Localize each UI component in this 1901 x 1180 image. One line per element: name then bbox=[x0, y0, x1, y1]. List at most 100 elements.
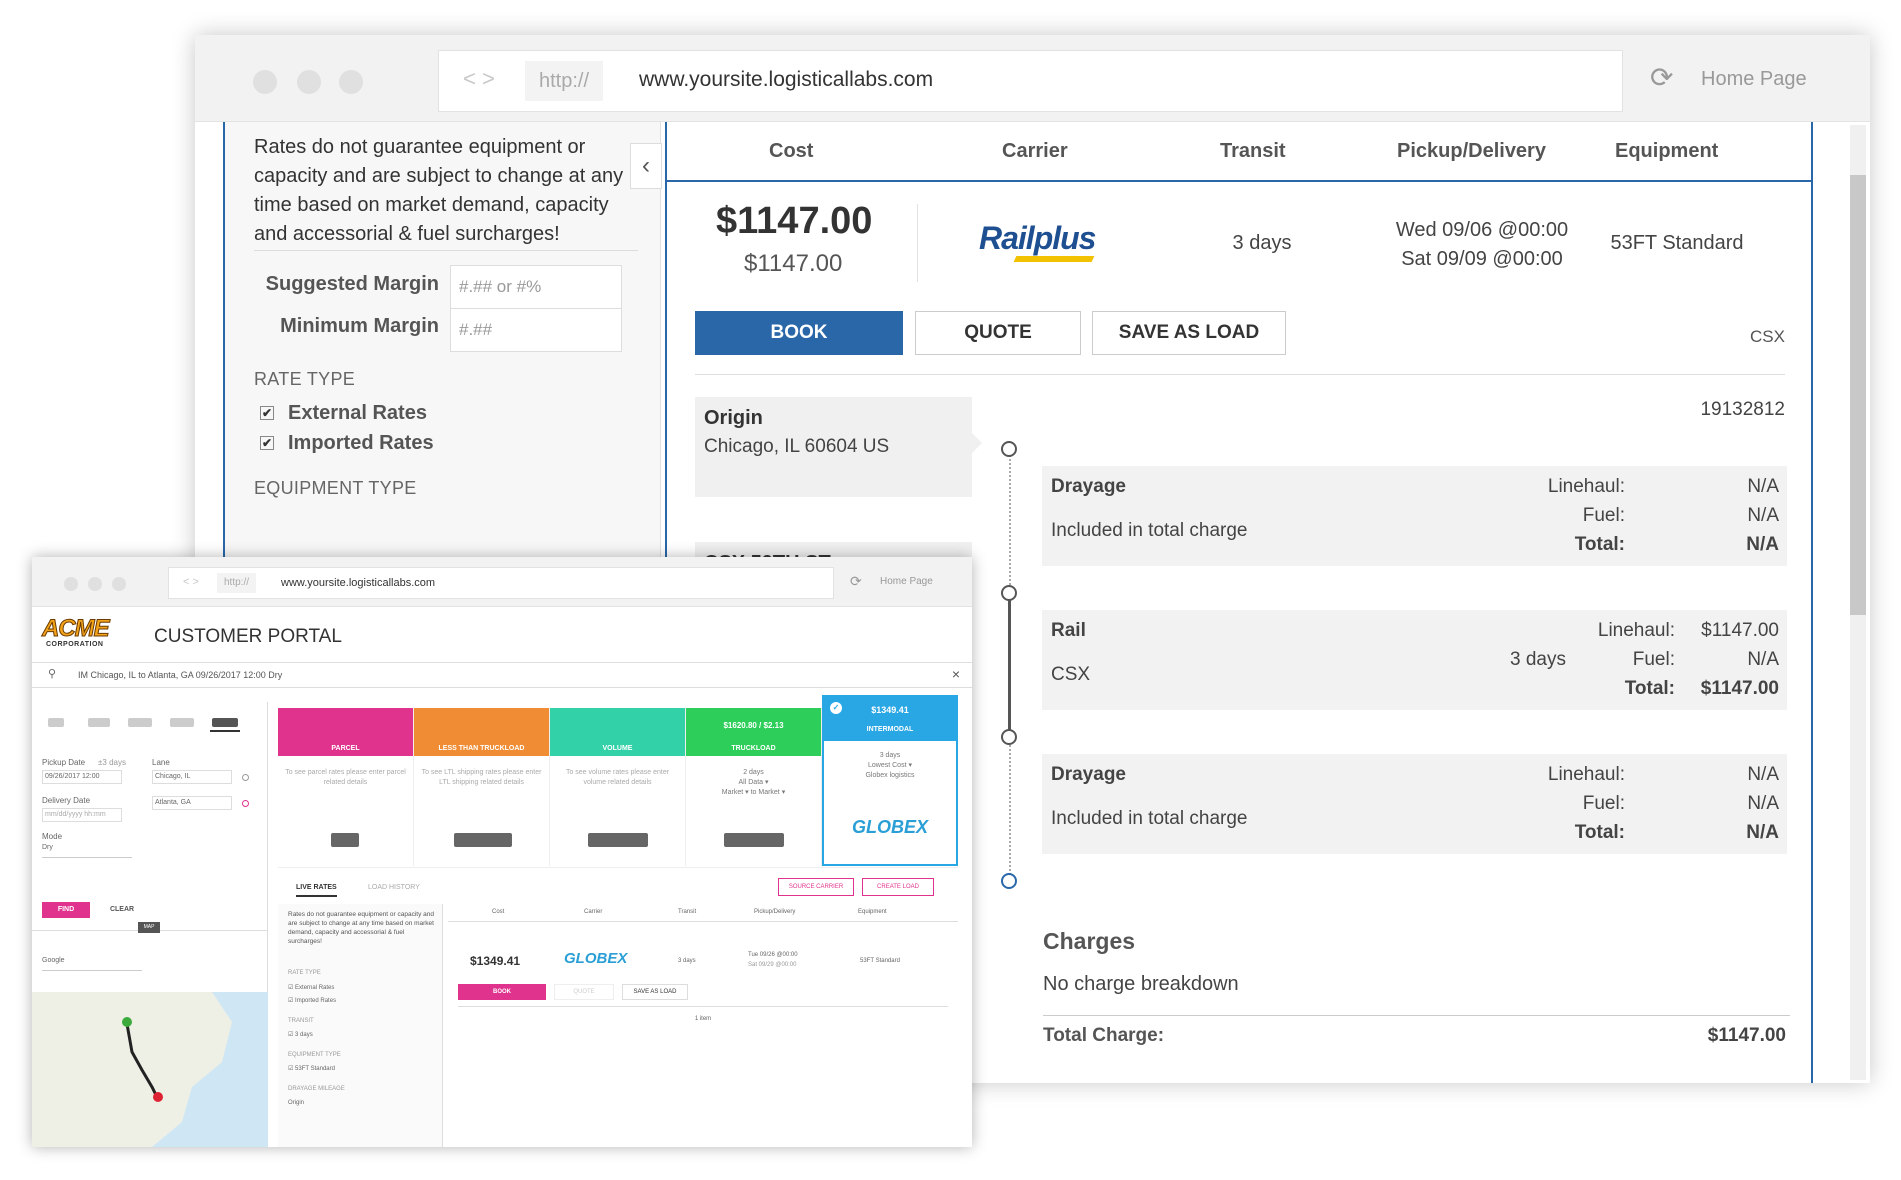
column-transit[interactable]: Transit bbox=[678, 909, 696, 915]
ltl-truck-icon bbox=[454, 833, 512, 847]
mode-tile-parcel[interactable]: PARCEL To see parcel rates please enter … bbox=[278, 708, 414, 866]
lane-from-input[interactable]: Chicago, IL bbox=[152, 770, 232, 784]
search-bar[interactable]: ⚲ IM Chicago, IL to Atlanta, GA 09/26/20… bbox=[32, 662, 972, 688]
timeline-solid bbox=[1008, 597, 1011, 742]
address-bar[interactable]: < > http:// www.yoursite.logisticallabs.… bbox=[438, 50, 1623, 112]
tile-label: LESS THAN TRUCKLOAD bbox=[438, 745, 525, 752]
transit-checkbox[interactable]: ☑ 3 days bbox=[288, 1031, 313, 1038]
tab-live-rates[interactable]: LIVE RATES bbox=[296, 884, 337, 897]
mode-icons[interactable] bbox=[48, 716, 248, 732]
tile-label: TRUCKLOAD bbox=[731, 745, 776, 752]
home-page-link[interactable]: Home Page bbox=[1701, 68, 1807, 91]
mode-tile-intermodal[interactable]: $1349.41 INTERMODAL ✓ 3 days Lowest Cost… bbox=[822, 695, 958, 866]
scrollbar-thumb[interactable] bbox=[1850, 175, 1866, 615]
equipment-label: 53FT Standard bbox=[295, 1066, 335, 1072]
volume-mode-icon[interactable] bbox=[128, 718, 152, 727]
nav-arrows-icon[interactable]: < > bbox=[463, 66, 495, 92]
lane-to-input[interactable]: Atlanta, GA bbox=[152, 796, 232, 810]
column-pickup-delivery[interactable]: Pickup/Delivery bbox=[1397, 140, 1546, 163]
map-provider-select[interactable]: Google bbox=[42, 957, 142, 971]
linehaul-label: Linehaul: bbox=[1597, 620, 1675, 641]
book-button[interactable]: BOOK bbox=[695, 311, 903, 355]
rate-type-title: RATE TYPE bbox=[288, 970, 321, 976]
column-transit[interactable]: Transit bbox=[1220, 140, 1286, 163]
intermodal-mode-icon[interactable] bbox=[212, 718, 238, 727]
total-label: Total: bbox=[1574, 822, 1625, 843]
address-bar[interactable]: < > http:// www.yoursite.logisticallabs.… bbox=[168, 567, 834, 599]
imported-rates-checkbox[interactable]: ✔ Imported Rates bbox=[260, 432, 434, 455]
delivery-date-input[interactable]: mm/dd/yyyy hh:mm bbox=[42, 808, 122, 822]
window-minimize-dot[interactable] bbox=[88, 577, 102, 591]
create-load-button[interactable]: CREATE LOAD bbox=[862, 878, 934, 896]
mode-tile-ltl[interactable]: LESS THAN TRUCKLOAD To see LTL shipping … bbox=[414, 708, 550, 866]
find-button[interactable]: FIND bbox=[42, 902, 90, 918]
mode-select[interactable]: Dry bbox=[42, 844, 132, 858]
tile-label: INTERMODAL bbox=[866, 726, 914, 733]
column-equipment[interactable]: Equipment bbox=[858, 909, 887, 915]
window-close-dot[interactable] bbox=[64, 577, 78, 591]
truckload-mode-icon[interactable] bbox=[170, 718, 194, 727]
row-transit: 3 days bbox=[678, 958, 696, 964]
window-minimize-dot[interactable] bbox=[297, 70, 321, 94]
reload-icon[interactable]: ⟳ bbox=[850, 573, 862, 590]
close-icon[interactable]: × bbox=[952, 666, 960, 682]
external-rates-label: External Rates bbox=[288, 402, 427, 424]
mode-tile-truckload[interactable]: $1620.80 / $2.13 TRUCKLOAD 2 days All Da… bbox=[686, 708, 822, 866]
check-icon: ✓ bbox=[830, 702, 842, 714]
reload-icon[interactable]: ⟳ bbox=[1650, 61, 1673, 94]
url-text[interactable]: www.yoursite.logisticallabs.com bbox=[281, 577, 435, 589]
save-as-load-button[interactable]: SAVE AS LOAD bbox=[1092, 311, 1286, 355]
imported-rates-checkbox[interactable]: ☑ Imported Rates bbox=[288, 997, 336, 1004]
quote-button[interactable]: QUOTE bbox=[915, 311, 1081, 355]
row-carrier-logo: GLOBEX bbox=[564, 950, 628, 967]
external-rates-checkbox[interactable]: ☑ External Rates bbox=[288, 984, 334, 991]
column-pickup-delivery[interactable]: Pickup/Delivery bbox=[754, 909, 795, 915]
url-text[interactable]: www.yoursite.logisticallabs.com bbox=[639, 68, 933, 92]
search-icon: ⚲ bbox=[48, 668, 57, 680]
column-equipment[interactable]: Equipment bbox=[1615, 140, 1718, 163]
chevron-left-icon[interactable]: ‹ bbox=[642, 152, 650, 179]
divider bbox=[917, 204, 918, 282]
source-carrier-button[interactable]: SOURCE CARRIER bbox=[778, 878, 854, 896]
drayage-origin-label: Origin bbox=[288, 1100, 305, 1106]
window-maximize-dot[interactable] bbox=[339, 70, 363, 94]
window-maximize-dot[interactable] bbox=[112, 577, 126, 591]
timeline-node bbox=[1001, 585, 1017, 601]
parcel-mode-icon[interactable] bbox=[48, 718, 64, 727]
checkbox-checked-icon[interactable]: ✔ bbox=[260, 406, 274, 420]
transit-label: 3 days bbox=[295, 1032, 313, 1038]
tile-label: VOLUME bbox=[602, 745, 633, 752]
minimum-margin-input[interactable]: #.## bbox=[450, 308, 622, 352]
column-cost[interactable]: Cost bbox=[769, 140, 813, 163]
ltl-mode-icon[interactable] bbox=[88, 718, 110, 727]
window-close-dot[interactable] bbox=[253, 70, 277, 94]
origin-address: Chicago, IL 60604 US bbox=[704, 436, 890, 457]
equipment-checkbox[interactable]: ☑ 53FT Standard bbox=[288, 1065, 335, 1072]
suggested-margin-input[interactable]: #.## or #% bbox=[450, 265, 622, 309]
carrier-logo-text-2: plus bbox=[1033, 220, 1097, 256]
quote-button[interactable]: QUOTE bbox=[554, 984, 614, 1000]
mode-tile-volume[interactable]: VOLUME To see volume rates please enter … bbox=[550, 708, 686, 866]
linehaul-label: Linehaul: bbox=[1547, 764, 1625, 785]
segment-drayage-origin: Drayage Included in total charge Linehau… bbox=[1042, 466, 1787, 566]
tab-load-history[interactable]: LOAD HISTORY bbox=[368, 884, 420, 891]
pickup-date-input[interactable]: 09/26/2017 12:00 bbox=[42, 770, 122, 784]
home-page-link[interactable]: Home Page bbox=[880, 576, 933, 587]
route-map[interactable] bbox=[32, 992, 268, 1147]
column-cost[interactable]: Cost bbox=[492, 909, 504, 915]
collapse-sidebar-button[interactable]: ‹ bbox=[630, 143, 662, 189]
column-carrier[interactable]: Carrier bbox=[584, 909, 602, 915]
tile-label: PARCEL bbox=[331, 745, 360, 752]
map-toggle[interactable]: MAP bbox=[138, 922, 160, 933]
save-as-load-button[interactable]: SAVE AS LOAD bbox=[622, 984, 688, 1000]
search-text[interactable]: IM Chicago, IL to Atlanta, GA 09/26/2017… bbox=[78, 670, 282, 680]
external-rates-checkbox[interactable]: ✔ External Rates bbox=[260, 402, 427, 425]
clear-button[interactable]: CLEAR bbox=[102, 902, 142, 918]
column-carrier[interactable]: Carrier bbox=[1002, 140, 1068, 163]
rates-disclaimer: Rates do not guarantee equipment or capa… bbox=[254, 136, 624, 245]
nav-arrows-icon[interactable]: < > bbox=[183, 576, 199, 588]
scrollbar[interactable] bbox=[1850, 125, 1866, 1080]
book-button[interactable]: BOOK bbox=[458, 984, 546, 1000]
charges-note: No charge breakdown bbox=[1043, 973, 1239, 995]
checkbox-checked-icon[interactable]: ✔ bbox=[260, 436, 274, 450]
